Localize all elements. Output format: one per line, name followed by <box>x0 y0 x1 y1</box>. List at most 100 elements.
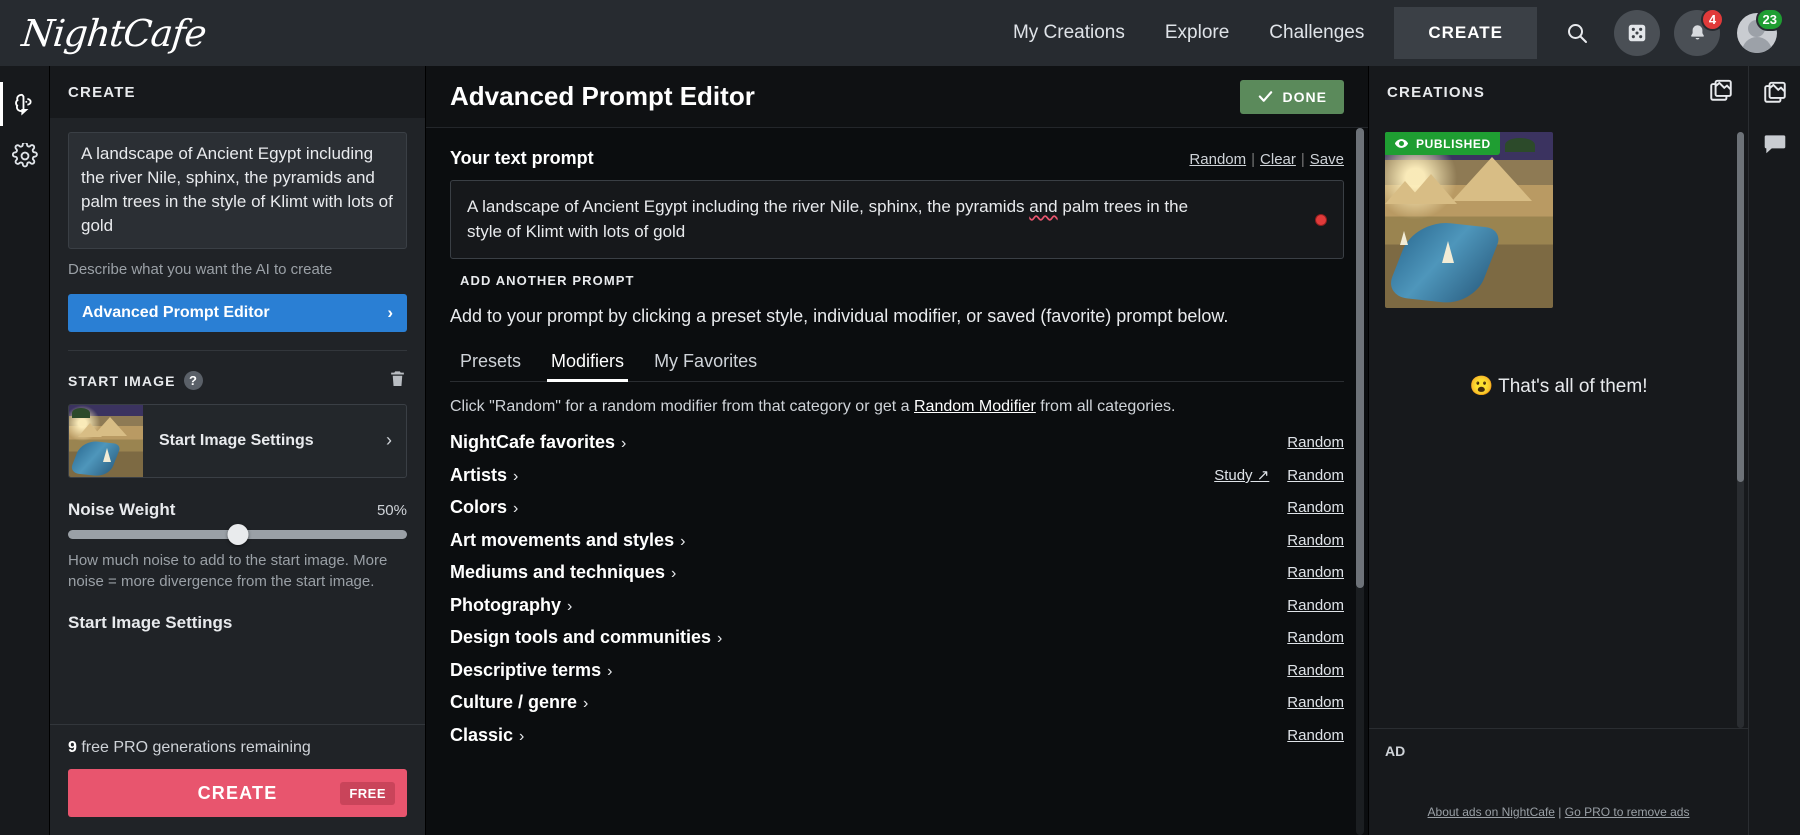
nav-challenges[interactable]: Challenges <box>1249 0 1384 66</box>
eye-icon <box>1394 136 1409 151</box>
category-random-link[interactable]: Random <box>1287 532 1344 549</box>
table-row: Culture / genre› Random <box>450 686 1344 719</box>
category-actions: Random <box>1287 597 1344 614</box>
category-random-link[interactable]: Random <box>1287 434 1344 451</box>
random-link[interactable]: Random <box>1189 151 1246 168</box>
ad-label: AD <box>1385 743 1732 759</box>
category-art-movements-and-styles[interactable]: Art movements and styles› <box>450 530 685 551</box>
click-line-after: from all categories. <box>1036 398 1176 415</box>
bell-icon[interactable]: 4 <box>1674 10 1720 56</box>
start-image-header: START IMAGE ? <box>50 351 425 393</box>
search-icon[interactable] <box>1554 10 1600 56</box>
category-nightcafe-favorites[interactable]: NightCafe favorites› <box>450 432 626 453</box>
slider-thumb[interactable] <box>227 524 248 545</box>
nightcafe-logo[interactable]: NightCafe <box>20 12 208 55</box>
category-descriptive-terms[interactable]: Descriptive terms› <box>450 660 612 681</box>
category-random-link[interactable]: Random <box>1287 597 1344 614</box>
category-photography[interactable]: Photography› <box>450 595 572 616</box>
category-classic[interactable]: Classic› <box>450 725 524 746</box>
scrollbar-thumb[interactable] <box>1356 128 1364 588</box>
prompt-textarea-text: A landscape of Ancient Egypt including t… <box>467 195 1224 244</box>
category-random-link[interactable]: Random <box>1287 564 1344 581</box>
category-random-link[interactable]: Random <box>1287 727 1344 744</box>
start-image-settings-row[interactable]: Start Image Settings › <box>68 404 407 478</box>
tab-presets[interactable]: Presets <box>450 345 531 381</box>
add-another-prompt-button[interactable]: ADD ANOTHER PROMPT <box>450 273 1344 288</box>
chevron-right-icon: › <box>519 728 524 745</box>
chevron-right-icon: › <box>386 430 392 451</box>
nav-explore[interactable]: Explore <box>1145 0 1249 66</box>
help-icon[interactable]: ? <box>184 371 203 390</box>
tab-my-favorites[interactable]: My Favorites <box>644 345 767 381</box>
end-emoji: 😮 <box>1470 376 1494 397</box>
gallery-icon[interactable] <box>1749 66 1800 118</box>
prompt-input[interactable]: A landscape of Ancient Egypt including t… <box>68 132 407 249</box>
creation-thumbnail <box>1385 132 1553 308</box>
random-instructions: Click "Random" for a random modifier fro… <box>450 398 1344 416</box>
prompt-textarea[interactable]: A landscape of Ancient Egypt including t… <box>450 180 1344 259</box>
creations-scrollbar[interactable] <box>1737 132 1744 728</box>
create-button[interactable]: CREATE FREE <box>68 769 407 817</box>
creations-body: PUBLISHED 😮 That's all of them! <box>1369 118 1748 728</box>
rail-item-settings[interactable] <box>0 130 50 182</box>
check-icon <box>1257 88 1274 105</box>
category-random-link[interactable]: Random <box>1287 629 1344 646</box>
category-study-link[interactable]: Study ↗ <box>1214 466 1269 484</box>
chevron-right-icon: › <box>567 598 572 615</box>
left-panel-scroll: A landscape of Ancient Egypt including t… <box>50 118 425 724</box>
remove-prompt-icon[interactable] <box>1315 214 1327 226</box>
category-random-link[interactable]: Random <box>1287 499 1344 516</box>
left-panel: CREATE A landscape of Ancient Egypt incl… <box>50 66 426 835</box>
category-label: NightCafe favorites <box>450 432 615 452</box>
category-culture-genre[interactable]: Culture / genre› <box>450 692 588 713</box>
right-rail <box>1748 66 1800 835</box>
page-title: Advanced Prompt Editor <box>450 81 755 112</box>
main-scroll: Your text prompt Random|Clear|Save A lan… <box>426 128 1368 835</box>
category-actions: Random <box>1287 499 1344 516</box>
nav-my-creations[interactable]: My Creations <box>993 0 1145 66</box>
main-header: Advanced Prompt Editor DONE <box>426 66 1368 128</box>
category-random-link[interactable]: Random <box>1287 662 1344 679</box>
noise-weight-slider[interactable] <box>68 530 407 539</box>
category-label: Colors <box>450 497 507 517</box>
comment-icon[interactable] <box>1749 118 1800 170</box>
category-random-link[interactable]: Random <box>1287 694 1344 711</box>
list-item[interactable]: PUBLISHED <box>1385 132 1553 308</box>
go-pro-link[interactable]: Go PRO to remove ads <box>1565 805 1690 819</box>
tab-modifiers[interactable]: Modifiers <box>541 345 634 381</box>
chevron-right-icon: › <box>680 533 685 550</box>
advanced-prompt-editor-button[interactable]: Advanced Prompt Editor › <box>68 294 407 332</box>
noise-weight-label: Noise Weight <box>68 500 175 520</box>
chevron-right-icon: › <box>583 695 588 712</box>
category-design-tools-and-communities[interactable]: Design tools and communities› <box>450 627 722 648</box>
scrollbar-thumb[interactable] <box>1737 132 1744 482</box>
prompt-hint: Describe what you want the AI to create <box>68 261 407 278</box>
main-scrollbar[interactable] <box>1356 128 1364 835</box>
category-actions: Study ↗ Random <box>1214 466 1344 484</box>
chevron-right-icon: › <box>717 630 722 647</box>
done-button-label: DONE <box>1283 89 1327 105</box>
noise-weight-value: 50% <box>377 502 407 519</box>
app-root: NightCafe My Creations Explore Challenge… <box>0 0 1800 835</box>
random-modifier-link[interactable]: Random Modifier <box>914 398 1036 415</box>
chevron-right-icon: › <box>671 565 676 582</box>
done-button[interactable]: DONE <box>1240 80 1344 114</box>
category-colors[interactable]: Colors› <box>450 497 518 518</box>
category-actions: Random <box>1287 532 1344 549</box>
dice-icon[interactable] <box>1614 10 1660 56</box>
creations-header: CREATIONS <box>1369 66 1748 118</box>
save-link[interactable]: Save <box>1310 151 1344 168</box>
trash-icon[interactable] <box>388 369 407 393</box>
start-image-thumbnail <box>69 404 143 478</box>
rail-item-create[interactable] <box>0 78 50 130</box>
category-random-link[interactable]: Random <box>1287 467 1344 484</box>
gallery-icon[interactable] <box>1708 77 1734 107</box>
avatar[interactable]: 23 <box>1734 10 1780 56</box>
prompt-section: A landscape of Ancient Egypt including t… <box>50 132 425 351</box>
category-artists[interactable]: Artists› <box>450 465 518 486</box>
about-ads-link[interactable]: About ads on NightCafe <box>1428 805 1555 819</box>
category-mediums-and-techniques[interactable]: Mediums and techniques› <box>450 562 676 583</box>
left-panel-footer: 9 free PRO generations remaining CREATE … <box>50 724 425 835</box>
clear-link[interactable]: Clear <box>1260 151 1296 168</box>
header-create-button[interactable]: CREATE <box>1394 7 1537 59</box>
